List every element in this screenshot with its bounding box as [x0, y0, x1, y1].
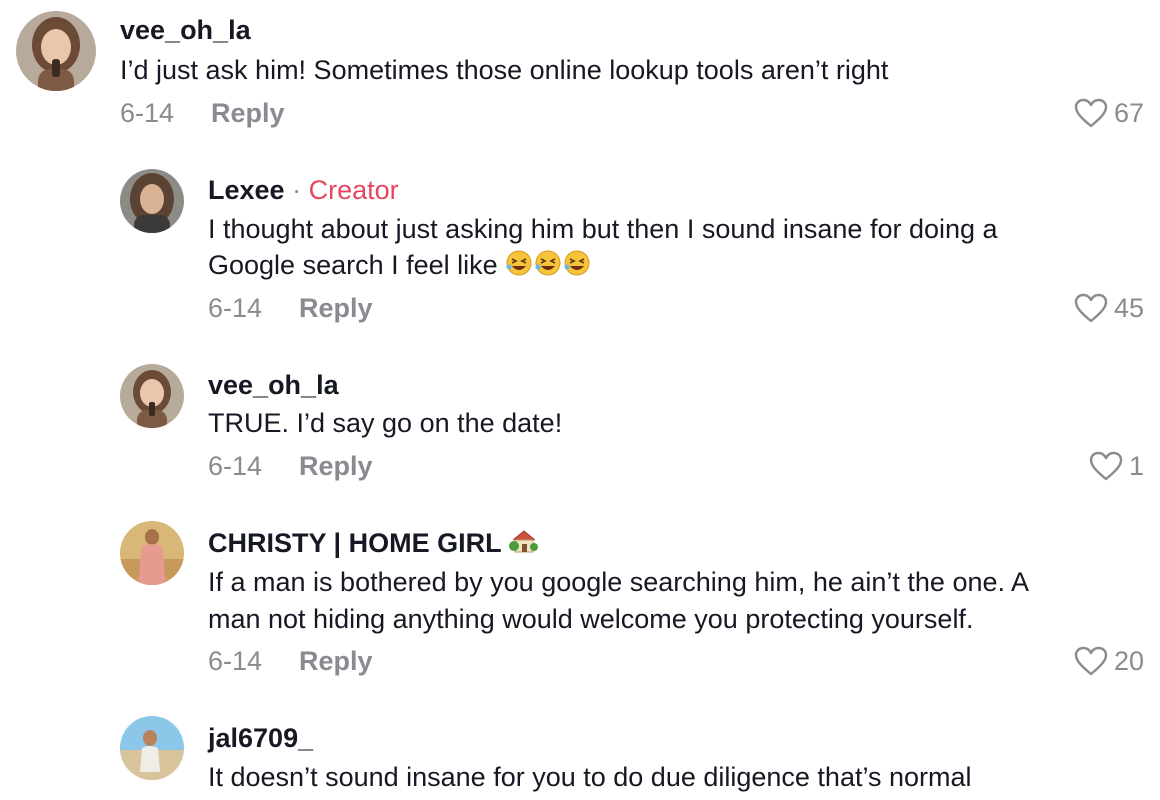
comment-username[interactable]: vee_oh_la: [120, 14, 251, 46]
heart-outline-icon: [1074, 98, 1108, 128]
like-button[interactable]: 45: [1074, 292, 1144, 324]
reply-christy: CHRISTY | HOME GIRL If a man is bothered…: [0, 513, 1160, 693]
comment-text-line2: man not hiding anything would welcome yo…: [208, 604, 974, 634]
reply-button[interactable]: Reply: [211, 97, 285, 129]
comment-date: 6-14: [208, 646, 263, 676]
house-with-garden-icon: [508, 527, 539, 562]
comment-vee-oh-la-top: vee_oh_la I’d just ask him! Sometimes th…: [0, 0, 1160, 150]
avatar-image: [120, 364, 184, 428]
reply-button[interactable]: Reply: [299, 292, 373, 324]
reply-button[interactable]: Reply: [299, 450, 373, 482]
comment-username: Lexee · Creator: [208, 174, 399, 206]
avatar-image: [120, 716, 184, 780]
heart-outline-icon: [1089, 451, 1123, 481]
comment-username[interactable]: vee_oh_la: [208, 369, 339, 401]
comment-text-line2: Google search I feel like: [208, 247, 591, 286]
avatar-image: [120, 521, 184, 585]
separator-dot: ·: [292, 175, 302, 205]
comment-text: I’d just ask him! Sometimes those online…: [120, 55, 889, 85]
like-count: 1: [1128, 451, 1144, 481]
laughing-emoji-icon: [505, 249, 591, 286]
comment-date: 6-14: [208, 451, 263, 481]
avatar[interactable]: [120, 364, 184, 428]
avatar-image: [16, 11, 96, 91]
comment-username[interactable]: jal6709_: [208, 722, 313, 754]
reply-lexee: Lexee · Creator I thought about just ask…: [0, 160, 1160, 340]
heart-outline-icon: [1074, 646, 1108, 676]
like-button[interactable]: 20: [1074, 645, 1144, 677]
like-count: 20: [1113, 646, 1144, 676]
comment-date: 6-14: [208, 293, 263, 323]
avatar[interactable]: [120, 716, 184, 780]
reply-vee-oh-la: vee_oh_la TRUE. I’d say go on the date! …: [0, 355, 1160, 495]
username-text[interactable]: CHRISTY | HOME GIRL: [208, 528, 501, 558]
reply-button[interactable]: Reply: [299, 645, 373, 677]
avatar[interactable]: [120, 521, 184, 585]
avatar[interactable]: [16, 11, 96, 91]
reply-jal6709: jal6709_ It doesn’t sound insane for you…: [0, 708, 1160, 800]
comment-date: 6-14: [120, 98, 175, 128]
comment-text-line2-content: Google search I feel like: [208, 250, 498, 280]
username-text[interactable]: Lexee: [208, 175, 285, 205]
comment-text-line1: I thought about just asking him but then…: [208, 214, 998, 244]
like-button[interactable]: 1: [1089, 450, 1144, 482]
heart-outline-icon: [1074, 293, 1108, 323]
comment-text: TRUE. I’d say go on the date!: [208, 408, 563, 438]
comment-username: CHRISTY | HOME GIRL: [208, 527, 539, 562]
avatar[interactable]: [120, 169, 184, 233]
like-count: 67: [1113, 98, 1144, 128]
creator-badge: Creator: [308, 175, 399, 205]
like-count: 45: [1113, 293, 1144, 323]
like-button[interactable]: 67: [1074, 97, 1144, 129]
comment-text: It doesn’t sound insane for you to do du…: [208, 762, 972, 792]
comment-text-line1: If a man is bothered by you google searc…: [208, 567, 1030, 597]
avatar-image: [120, 169, 184, 233]
